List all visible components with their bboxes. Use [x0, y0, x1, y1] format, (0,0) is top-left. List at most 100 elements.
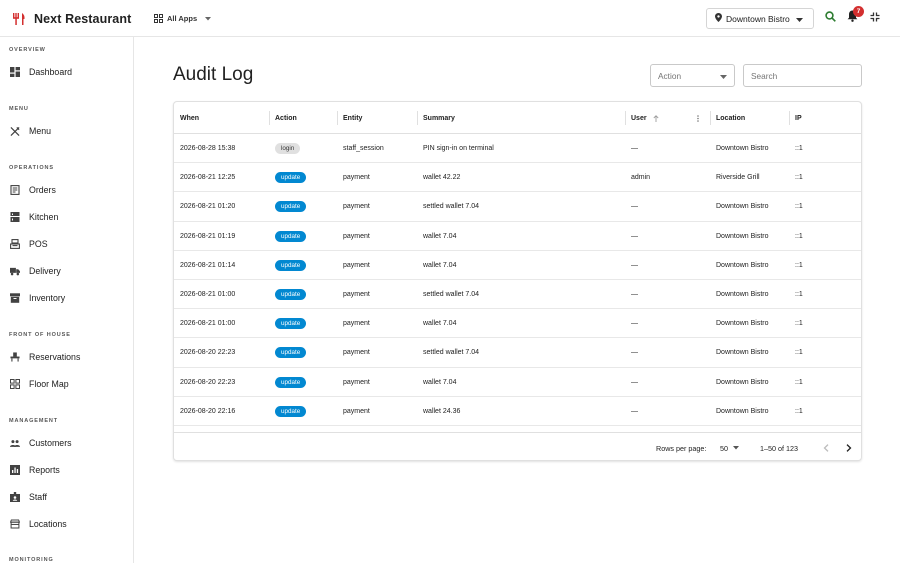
sort-arrow-up-icon[interactable] — [653, 114, 659, 122]
sidebar-item-reservations[interactable]: Reservations — [0, 346, 133, 368]
cell-action: update — [269, 397, 307, 426]
sidebar-item-label: POS — [29, 239, 48, 249]
sidebar-item-orders[interactable]: Orders — [0, 179, 133, 201]
cell-entity: staff_session — [343, 145, 384, 152]
action-chip: update — [275, 289, 307, 300]
table-row[interactable]: 2026-08-21 01:14 update payment wallet 7.04… — [174, 251, 861, 280]
people-icon — [10, 438, 20, 448]
store-icon — [10, 519, 20, 529]
table-row[interactable]: 2026-08-28 15:38 login staff_session PIN si… — [174, 134, 861, 164]
cell-action: update — [269, 280, 307, 309]
rows-per-page-label: Rows per page: — [656, 443, 707, 453]
cell-action: login — [269, 134, 301, 163]
cell-location: Downtown Bistro — [716, 261, 769, 269]
cell-action: update — [269, 251, 307, 280]
caret-down-icon — [795, 14, 803, 24]
table-row[interactable]: 2026-08-21 01:00 update payment settled wal… — [174, 280, 861, 310]
location-pin-icon — [715, 13, 722, 24]
sidebar-item-label: Staff — [29, 492, 47, 502]
column-header-entity[interactable]: Entity — [337, 102, 417, 134]
action-filter-label: Action — [658, 70, 682, 81]
column-header-user-label: User — [631, 114, 647, 122]
sidebar-item-inventory[interactable]: Inventory — [0, 287, 133, 309]
sidebar-item-label: Floor Map — [29, 379, 69, 389]
section-label-monitoring: MONITORING — [9, 557, 54, 563]
cell-summary: wallet 42.22 — [423, 174, 461, 182]
brand[interactable]: Next Restaurant — [12, 0, 131, 37]
column-header-when[interactable]: When — [174, 102, 269, 134]
search-input[interactable] — [743, 64, 862, 87]
cell-summary: wallet 24.36 — [423, 407, 461, 415]
table-row[interactable]: 2026-08-20 22:16 update payment wallet 24.3… — [174, 397, 861, 426]
receipt-icon — [10, 185, 20, 195]
rows-per-page-value: 50 — [720, 443, 728, 453]
sidebar-item-locations[interactable]: Locations — [0, 513, 133, 535]
cell-when: 2026-08-20 22:16 — [180, 407, 236, 415]
column-header-location[interactable]: Location — [710, 102, 789, 134]
section-label-front-of-house: FRONT OF HOUSE — [9, 332, 71, 338]
cell-location: Downtown Bistro — [716, 291, 769, 298]
sidebar-item-menu[interactable]: Menu — [0, 120, 133, 142]
cell-when: 2026-08-20 22:23 — [180, 349, 236, 357]
cell-ip: ::1 — [795, 291, 803, 298]
column-header-summary[interactable]: Summary — [417, 102, 625, 134]
sidebar-item-label: Inventory — [29, 293, 66, 303]
cell-ip: ::1 — [795, 320, 803, 328]
table-row[interactable]: 2026-08-21 12:25 update payment wallet 42.2… — [174, 163, 861, 193]
column-header-action[interactable]: Action — [269, 102, 337, 134]
sidebar-item-label: Reports — [29, 465, 60, 475]
cell-location: Downtown Bistro — [716, 232, 769, 240]
next-page-button[interactable] — [842, 441, 856, 455]
search-button[interactable] — [823, 10, 837, 26]
cell-entity: payment — [343, 378, 370, 386]
cell-when: 2026-08-28 15:38 — [180, 145, 236, 152]
truck-icon — [10, 266, 20, 276]
cell-user: — — [631, 407, 638, 415]
cell-location: Downtown Bistro — [716, 349, 769, 357]
sidebar-item-customers[interactable]: Customers — [0, 432, 133, 454]
kitchen-icon — [10, 212, 20, 222]
sidebar-item-floor-map[interactable]: Floor Map — [0, 373, 133, 395]
all-apps-label: All Apps — [167, 14, 198, 23]
cell-user: admin — [631, 174, 651, 182]
dashboard-icon — [10, 67, 20, 77]
action-chip: update — [275, 172, 307, 184]
sidebar-item-dashboard[interactable]: Dashboard — [0, 61, 133, 83]
all-apps-button[interactable]: All Apps — [154, 0, 212, 37]
rows-per-page-select[interactable]: 50 — [720, 433, 739, 460]
column-menu-icon[interactable] — [697, 114, 699, 122]
cell-summary: wallet 7.04 — [423, 320, 457, 328]
cell-ip: ::1 — [795, 145, 803, 152]
sidebar-item-label: Locations — [29, 519, 67, 529]
table-row[interactable]: 2026-08-20 22:23 update payment wallet 7.04… — [174, 368, 861, 397]
table-row[interactable]: 2026-08-21 01:20 update payment settled wal… — [174, 192, 861, 222]
section-label-menu: MENU — [9, 106, 29, 112]
table-row[interactable]: 2026-08-21 01:19 update payment wallet 7.04… — [174, 222, 861, 251]
sidebar-item-staff[interactable]: Staff — [0, 486, 133, 508]
seat-icon — [10, 352, 20, 362]
collapse-button[interactable] — [868, 10, 882, 26]
table-header: When Action Entity Summary User Location… — [174, 102, 861, 134]
sidebar-item-delivery[interactable]: Delivery — [0, 260, 133, 282]
column-header-user[interactable]: User — [625, 102, 710, 134]
sidebar-item-reports[interactable]: Reports — [0, 459, 133, 481]
location-selector[interactable]: Downtown Bistro — [706, 8, 814, 29]
sidebar-item-kitchen[interactable]: Kitchen — [0, 206, 133, 228]
cell-entity: payment — [343, 291, 370, 298]
chart-icon — [10, 465, 20, 475]
table-row[interactable]: 2026-08-21 01:00 update payment wallet 7.04… — [174, 309, 861, 339]
column-header-ip[interactable]: IP — [789, 102, 861, 134]
cell-ip: ::1 — [795, 261, 803, 269]
cell-action: update — [269, 338, 307, 367]
cell-location: Downtown Bistro — [716, 145, 769, 152]
cell-summary: settled wallet 7.04 — [423, 349, 480, 357]
page-title: Audit Log — [173, 64, 254, 85]
cell-user: — — [631, 232, 638, 240]
previous-page-button[interactable] — [819, 441, 833, 455]
sidebar-item-pos[interactable]: POS — [0, 233, 133, 255]
grid-icon — [10, 379, 20, 389]
cell-action: update — [269, 192, 307, 221]
table-row[interactable]: 2026-08-20 22:23 update payment settled wal… — [174, 338, 861, 368]
table-pagination: Rows per page: 50 1–50 of 123 — [174, 432, 861, 460]
action-filter-select[interactable]: Action — [650, 64, 735, 87]
